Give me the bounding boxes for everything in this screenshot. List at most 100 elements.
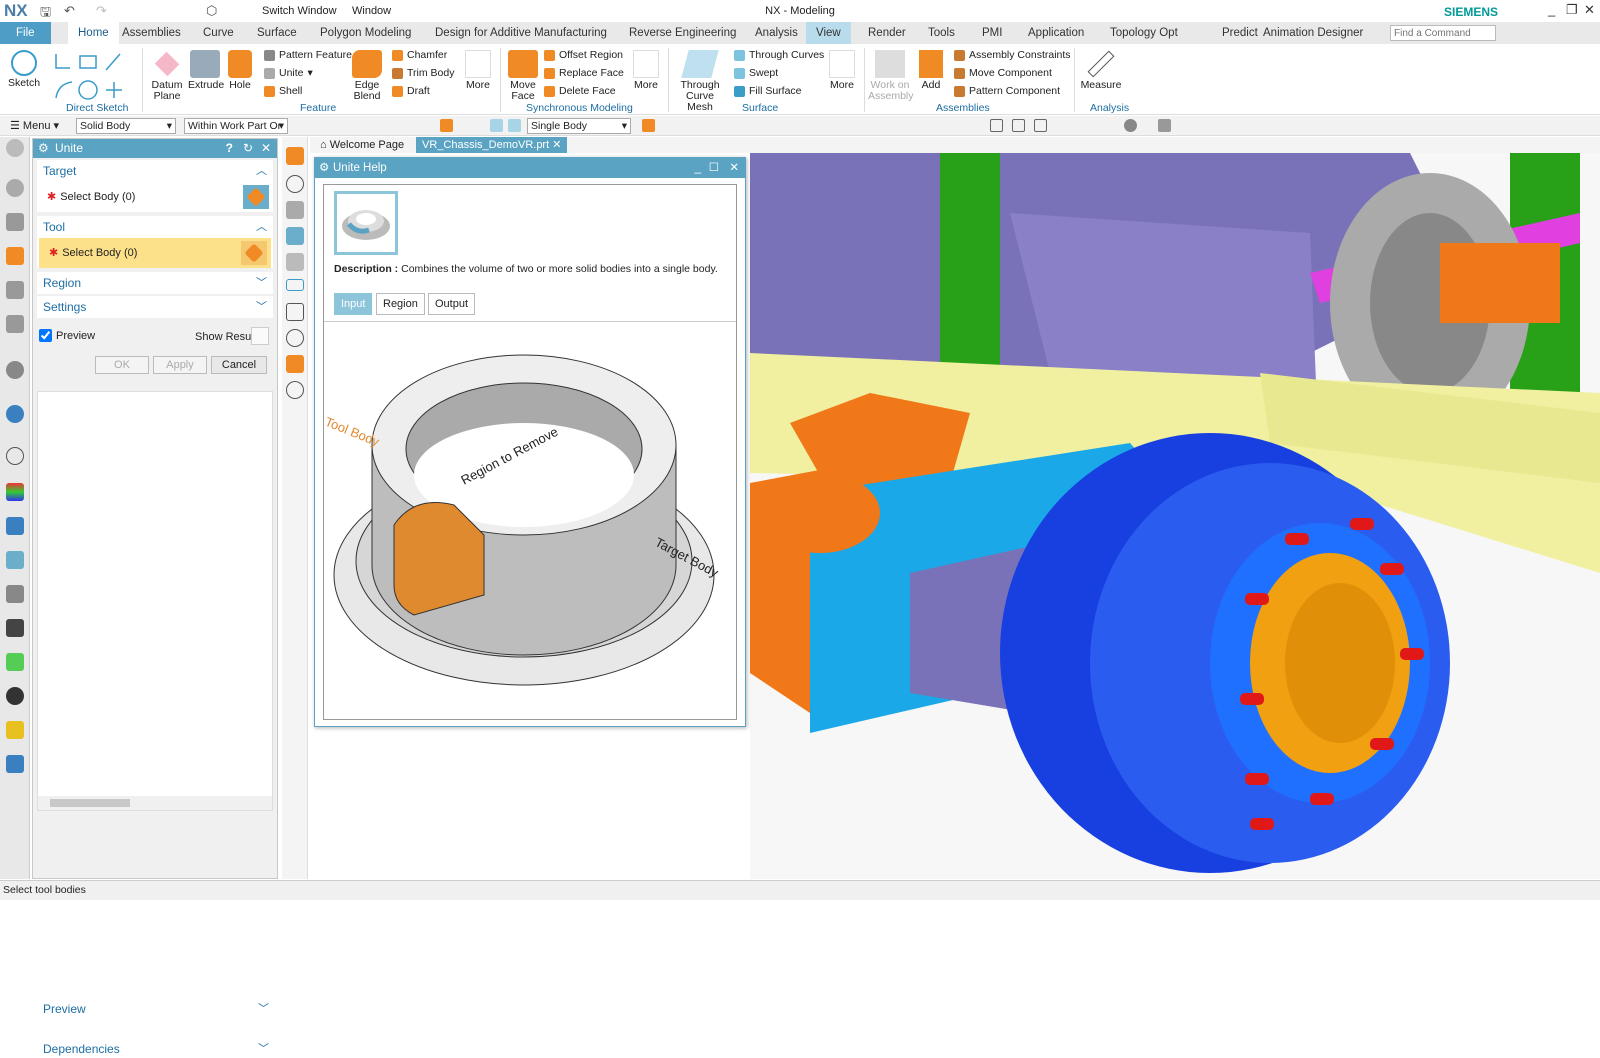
help-icon[interactable]: ? [226, 139, 233, 158]
rectangle-icon[interactable] [286, 279, 304, 291]
reports-icon[interactable] [6, 653, 24, 671]
shell-button[interactable]: Shell [264, 85, 302, 97]
body-rule-dropdown[interactable]: Single Body [527, 118, 631, 134]
solid-icon[interactable] [286, 147, 304, 165]
surface-more-button[interactable]: More [826, 50, 858, 91]
reuse-library-icon[interactable] [6, 315, 24, 333]
move-face-button[interactable]: Move Face [506, 50, 540, 102]
tab-reverse-engineering[interactable]: Reverse Engineering [619, 22, 746, 44]
trim-body-button[interactable]: Trim Body [392, 67, 454, 79]
roles-icon[interactable] [6, 517, 24, 535]
select-feature-icon[interactable] [440, 119, 453, 132]
help-tab-output[interactable]: Output [428, 293, 476, 315]
find-command-input[interactable] [1390, 25, 1496, 41]
swept-button[interactable]: Swept [734, 67, 778, 79]
through-curves-button[interactable]: Through Curves [734, 49, 824, 61]
history-icon[interactable] [6, 447, 24, 465]
tool-icon[interactable] [6, 585, 24, 603]
select-body-icon[interactable] [490, 119, 503, 132]
pattern-feature-button[interactable]: Pattern Feature [264, 49, 352, 61]
preview-section[interactable]: Preview ﹀ [37, 1000, 275, 1018]
tab-animation-designer[interactable]: Animation Designer [1253, 22, 1373, 44]
display-icon[interactable] [1158, 119, 1171, 132]
select-face-icon[interactable] [508, 119, 521, 132]
menu-button[interactable]: ☰ Menu ▾ [10, 119, 59, 132]
work-on-assembly-button[interactable]: Work on Assembly [868, 50, 914, 102]
cancel-button[interactable]: Cancel [211, 356, 267, 374]
preview-checkbox[interactable]: Preview [39, 329, 95, 342]
tab-design-for-additive[interactable]: Design for Additive Manufacturing [425, 22, 617, 44]
show-result-magnifier-icon[interactable] [251, 327, 269, 345]
horizontal-scrollbar[interactable] [38, 796, 272, 810]
rotate-icon[interactable] [1034, 119, 1047, 132]
plane-icon[interactable] [286, 253, 304, 271]
system-scenes-icon[interactable] [6, 551, 24, 569]
extrude-button[interactable]: Extrude [188, 50, 224, 91]
part-navigator-icon[interactable] [6, 213, 24, 231]
replace-face-button[interactable]: Replace Face [544, 67, 624, 79]
settings-section[interactable]: Settings ﹀ [37, 296, 273, 318]
through-curve-mesh-button[interactable]: Through Curve Mesh [672, 50, 728, 113]
fill-surface-button[interactable]: Fill Surface [734, 85, 802, 97]
delete-face-button[interactable]: Delete Face [544, 85, 616, 97]
tab-assemblies[interactable]: Assemblies [112, 22, 191, 44]
cylinder-icon[interactable] [286, 201, 304, 219]
chamfer-button[interactable]: Chamfer [392, 49, 447, 61]
add-component-button[interactable]: Add [916, 50, 946, 91]
close-tab-icon[interactable]: ✕ [552, 139, 561, 151]
tab-application[interactable]: Application [1018, 22, 1094, 44]
assembly-icon[interactable] [286, 355, 304, 373]
dependencies-section[interactable]: Dependencies ﹀ [37, 1040, 275, 1058]
datum-plane-button[interactable]: Datum Plane [150, 50, 184, 102]
apply-button[interactable]: Apply [153, 356, 207, 374]
play-icon[interactable] [286, 381, 304, 399]
maximize-icon[interactable]: ☐ [709, 158, 719, 178]
settings-gear-icon[interactable] [6, 139, 24, 157]
tool-header[interactable]: Tool ︿ [37, 216, 273, 238]
close-icon[interactable]: ✕ [261, 139, 271, 158]
motion-icon[interactable] [6, 755, 24, 773]
pattern-component-button[interactable]: Pattern Component [954, 85, 1060, 97]
target-header[interactable]: Target ︿ [37, 160, 273, 182]
view-icon[interactable] [990, 119, 1003, 132]
sketch-button[interactable]: Sketch [6, 50, 42, 89]
open-folder-icon[interactable] [286, 303, 304, 321]
mold-icon[interactable] [6, 687, 24, 705]
assembly-navigator-icon[interactable] [6, 247, 24, 265]
constraint-navigator-icon[interactable] [6, 281, 24, 299]
tab-pmi[interactable]: PMI [972, 22, 1012, 44]
assembly-constraints-button[interactable]: Assembly Constraints [954, 49, 1071, 61]
tab-tools[interactable]: Tools [918, 22, 965, 44]
tab-curve[interactable]: Curve [193, 22, 244, 44]
minimize-icon[interactable]: _ [1548, 2, 1555, 17]
web-browser-icon[interactable] [6, 405, 24, 423]
minimize-icon[interactable]: _ [695, 158, 701, 178]
tab-analysis[interactable]: Analysis [745, 22, 808, 44]
target-select-body[interactable]: ✱ Select Body (0) [37, 182, 273, 212]
reset-icon[interactable]: ↻ [243, 139, 253, 158]
unite-button[interactable]: Unite ▾ [264, 67, 313, 79]
tab-surface[interactable]: Surface [247, 22, 307, 44]
offset-region-button[interactable]: Offset Region [544, 49, 623, 61]
snap-point-icon[interactable] [642, 119, 655, 132]
extrude-icon[interactable] [286, 227, 304, 245]
tool-select-body[interactable]: ✱ Select Body (0) [39, 238, 271, 268]
tab-topology-opt[interactable]: Topology Opt [1100, 22, 1188, 44]
tab-view[interactable]: View [806, 22, 851, 44]
feature-more-button[interactable]: More [462, 50, 494, 91]
ok-button[interactable]: OK [95, 356, 149, 374]
tab-file[interactable]: File [0, 22, 51, 44]
edge-blend-button[interactable]: Edge Blend [350, 50, 384, 102]
type-filter-dropdown[interactable]: Solid Body [76, 118, 176, 134]
tab-welcome-page[interactable]: ⌂ Welcome Page [314, 137, 410, 153]
help-tab-region[interactable]: Region [376, 293, 425, 315]
gears-icon[interactable] [6, 179, 24, 197]
help-tab-input[interactable]: Input [334, 293, 373, 315]
hole-button[interactable]: Hole [226, 50, 254, 91]
tab-vr-chassis[interactable]: VR_Chassis_DemoVR.prt ✕ [416, 137, 568, 153]
sync-more-button[interactable]: More [630, 50, 662, 91]
process-icon[interactable] [6, 619, 24, 637]
help-circle-icon[interactable] [286, 175, 304, 193]
weld-icon[interactable] [6, 721, 24, 739]
draft-button[interactable]: Draft [392, 85, 430, 97]
